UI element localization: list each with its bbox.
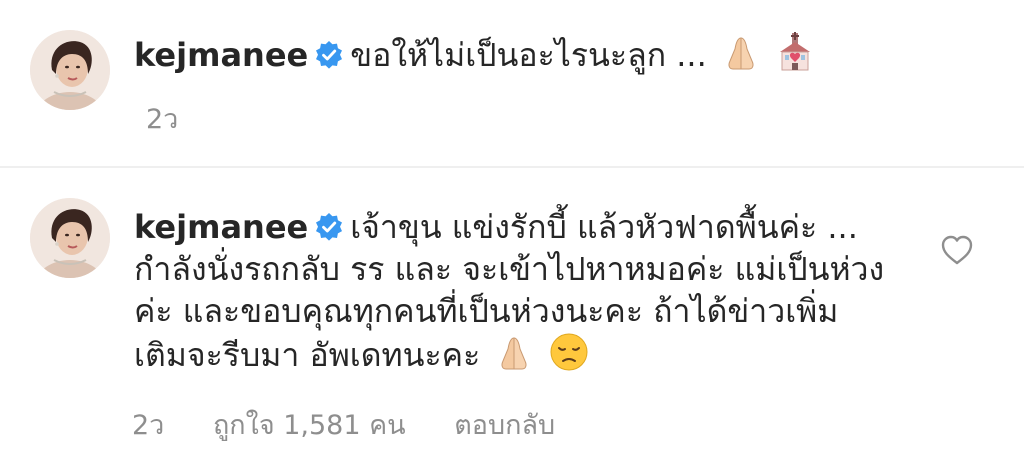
comment-text-line: ขอให้ไม่เป็นอะไรนะลูก ... (350, 36, 707, 74)
comment-text-line: เติมจะรีบมา อัพเดทนะคะ (134, 336, 481, 374)
verified-badge-icon (316, 213, 343, 241)
avatar[interactable] (30, 198, 110, 278)
comment-text-line-1: kejmanee เจ้าขุน แข่งรักบี้ แล้วหัวฟาดพื… (134, 206, 884, 248)
comment-text: kejmanee ขอให้ไม่เป็นอะไรนะลูก ... (134, 32, 815, 76)
reply-button[interactable]: ตอบกลับ (454, 410, 555, 441)
timestamp: 2ว (146, 104, 179, 135)
avatar[interactable] (30, 30, 110, 110)
comment-text-line-4: เติมจะรีบมา อัพเดทนะคะ (134, 332, 884, 376)
like-heart-icon[interactable] (940, 234, 974, 266)
comment-text-line: เจ้าขุน แข่งรักบี้ แล้วหัวฟาดพื้นค่ะ ... (350, 208, 858, 246)
wedding-chapel-icon (780, 32, 811, 71)
folded-hands-icon (501, 337, 527, 370)
comments-screen: kejmanee ขอให้ไม่เป็นอะไรนะลูก ... 2ว ke… (0, 0, 1024, 465)
username[interactable]: kejmanee (134, 208, 308, 246)
comment-meta: 2ว ถูกใจ 1,581 คน ตอบกลับ (132, 403, 595, 446)
comment-text-line-2: กำลังนั่งรถกลับ รร และ จะเข้าไปหาหมอค่ะ … (134, 250, 885, 288)
verified-badge-icon (316, 41, 343, 69)
likes-count[interactable]: ถูกใจ 1,581 คน (213, 410, 406, 441)
divider (0, 166, 1024, 168)
timestamp: 2ว (132, 410, 165, 441)
folded-hands-icon (728, 37, 754, 70)
disappointed-face-icon (550, 333, 588, 371)
comment-meta: 2ว (146, 97, 218, 140)
comment-text-line-3: ค่ะ และขอบคุณทุกคนที่เป็นห่วงนะคะ ถ้าได้… (134, 292, 839, 330)
username[interactable]: kejmanee (134, 36, 308, 74)
